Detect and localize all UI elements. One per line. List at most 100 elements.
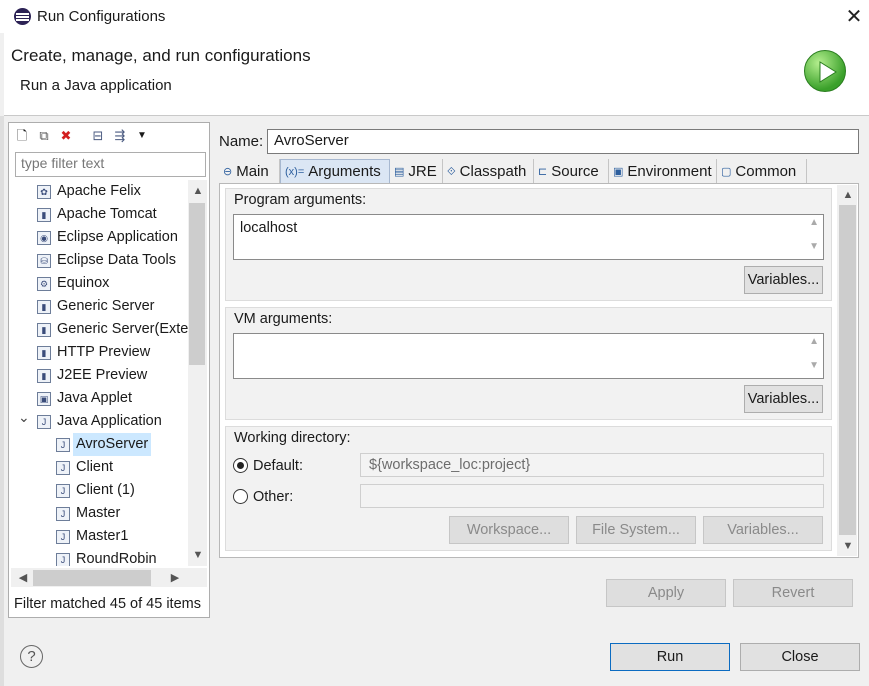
tab-label: Arguments (308, 163, 381, 180)
main-icon: ⊖ (223, 165, 233, 178)
filter-status: Filter matched 45 of 45 items (14, 596, 201, 612)
tree-item[interactable]: ▮ HTTP Preview (37, 341, 150, 364)
java-class-icon: J (56, 460, 70, 475)
tab-label: Source (551, 162, 599, 180)
tree-item-label: RoundRobin (76, 551, 157, 566)
new-configuration-icon[interactable]: 🗋 (13, 127, 31, 145)
tree-item[interactable]: ⚙ Equinox (37, 272, 109, 295)
close-icon[interactable]: ✕ (843, 4, 865, 29)
tree-item-label: AvroServer (73, 433, 152, 456)
java-class-icon: J (56, 529, 70, 544)
tab-label: Common (735, 162, 797, 180)
file-system-button[interactable]: File System... (576, 516, 696, 544)
java-class-icon: J (56, 483, 70, 498)
name-label: Name: (219, 133, 264, 150)
tree-hscroll-thumb[interactable] (33, 570, 151, 586)
panel-scroll-up-icon[interactable]: ▲ (840, 189, 856, 201)
tree-item-label: Apache Tomcat (57, 206, 157, 222)
tree-item[interactable]: ◉ Eclipse Application (37, 226, 178, 249)
environment-icon: ▣ (613, 165, 624, 178)
help-icon[interactable]: ? (20, 645, 43, 668)
vm-variables-button[interactable]: Variables... (744, 385, 823, 413)
tree-item[interactable]: ▮ Generic Server(Exte (37, 318, 188, 341)
tab-common[interactable]: ▢ Common (717, 159, 807, 184)
close-button[interactable]: Close (740, 643, 860, 671)
tree-item-label: Master (76, 505, 121, 521)
tree-item-label: Generic Server(Exte (57, 321, 189, 337)
java-app-icon: J (37, 414, 51, 429)
textarea-scroll-down-icon[interactable]: ▼ (809, 360, 819, 371)
tab-label: Classpath (459, 162, 527, 180)
filter-icon[interactable]: ⇶ (111, 127, 129, 145)
tree-item[interactable]: ▮ Apache Tomcat (37, 203, 157, 226)
tab-environment[interactable]: ▣ Environment (609, 159, 717, 184)
tree-item[interactable]: ▮ Generic Server (37, 295, 155, 318)
duplicate-icon[interactable]: ⧉ (35, 127, 53, 145)
tab-main[interactable]: ⊖ Main (219, 159, 280, 184)
tree-scroll-thumb[interactable] (189, 203, 205, 365)
tab-arguments[interactable]: (x)= Arguments (280, 159, 390, 184)
program-variables-button[interactable]: Variables... (744, 266, 823, 294)
tree-item-label: Client (1) (76, 482, 135, 498)
vm-arguments-field[interactable]: ▲ ▼ (233, 333, 824, 379)
tree-item[interactable]: J Master (56, 502, 120, 525)
tree-item-label: Master1 (76, 528, 129, 544)
textarea-scroll-up-icon[interactable]: ▲ (809, 336, 819, 347)
tree-item[interactable]: J AvroServer (56, 433, 152, 456)
revert-button[interactable]: Revert (733, 579, 853, 607)
program-arguments-value: localhost (240, 220, 298, 236)
textarea-scroll-up-icon[interactable]: ▲ (809, 217, 819, 228)
workspace-button[interactable]: Workspace... (449, 516, 569, 544)
tree-item-label: Client (76, 459, 114, 475)
classpath-icon: ⟐ (447, 165, 456, 178)
working-dir-variables-button[interactable]: Variables... (703, 516, 823, 544)
scroll-down-icon[interactable]: ▼ (190, 549, 206, 561)
tab-label: Main (236, 162, 269, 180)
configuration-list-panel: 🗋 ⧉ ✖ ⊟ ⇶ ▼ type filter text ✿ Apache Fel… (8, 122, 210, 618)
common-icon: ▢ (721, 165, 732, 178)
panel-scroll-thumb[interactable] (839, 205, 856, 535)
tree-item[interactable]: J Client (56, 456, 113, 479)
other-radio[interactable] (233, 489, 248, 504)
tree-item[interactable]: J Client (1) (56, 479, 135, 502)
scroll-left-icon[interactable]: ◀ (15, 571, 31, 584)
filter-input[interactable]: type filter text (15, 152, 206, 177)
tree-item-label: Eclipse Application (57, 229, 178, 245)
tree-item-label: J2EE Preview (57, 367, 148, 383)
other-directory-field[interactable] (360, 484, 824, 508)
tree-item-label: Java Applet (57, 390, 132, 406)
tree-item[interactable]: ✿ Apache Felix (37, 180, 141, 203)
scroll-up-icon[interactable]: ▲ (190, 185, 206, 197)
tree-item[interactable]: ▮ J2EE Preview (37, 364, 147, 387)
name-input[interactable]: AvroServer (267, 129, 859, 154)
server-icon: ▮ (37, 207, 51, 222)
run-button[interactable]: Run (610, 643, 730, 671)
expand-chevron-icon[interactable]: ⌄ (18, 406, 30, 429)
tree-item[interactable]: J RoundRobin (56, 548, 157, 566)
java-class-icon: J (56, 552, 70, 566)
tree-item[interactable]: ⌄ J Java Application (18, 409, 162, 433)
program-arguments-field[interactable]: localhost ▲ ▼ (233, 214, 824, 260)
tab-jre[interactable]: ▤ JRE (390, 159, 443, 184)
apply-button[interactable]: Apply (606, 579, 726, 607)
tab-source[interactable]: ⊏ Source (534, 159, 609, 184)
tree-item[interactable]: ▣ Java Applet (37, 387, 132, 410)
tree-item[interactable]: J Master1 (56, 525, 128, 548)
server-icon: ▮ (37, 368, 51, 383)
server-icon: ▮ (37, 345, 51, 360)
scroll-right-icon[interactable]: ▶ (167, 571, 183, 584)
textarea-scroll-down-icon[interactable]: ▼ (809, 241, 819, 252)
default-radio[interactable] (233, 458, 248, 473)
tree-item-label: Eclipse Data Tools (57, 252, 177, 268)
config-tabs: ⊖ Main (x)= Arguments ▤ JRE ⟐ Classpath ⊏ Source ▣… (219, 159, 859, 184)
delete-icon[interactable]: ✖ (57, 127, 75, 145)
tree-item[interactable]: ⛁ Eclipse Data Tools (37, 249, 176, 272)
server-icon: ▮ (37, 299, 51, 314)
felix-icon: ✿ (37, 184, 51, 199)
panel-scroll-down-icon[interactable]: ▼ (840, 540, 856, 552)
dropdown-icon[interactable]: ▼ (133, 127, 151, 145)
eclipse-icon: ◉ (37, 230, 51, 245)
tab-classpath[interactable]: ⟐ Classpath (443, 159, 534, 184)
banner-title: Create, manage, and run configurations (11, 46, 311, 65)
collapse-all-icon[interactable]: ⊟ (89, 127, 107, 145)
